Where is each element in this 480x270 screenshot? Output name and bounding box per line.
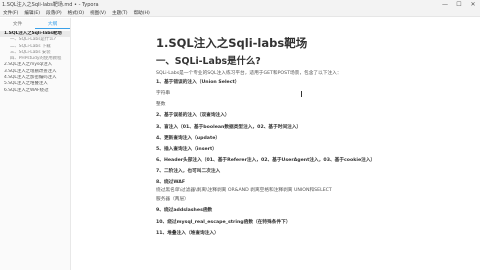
paragraph: 2、基于误差的注入（双查询注入） bbox=[156, 113, 230, 119]
editor-area[interactable]: 1.SQL注入之Sqli-labs靶场 一、SQLi-Labs是什么? SQLi… bbox=[72, 18, 480, 270]
minimize-button[interactable]: — bbox=[438, 0, 452, 9]
typora-window: 1.SQL注入之Sqli-labs靶场.md • - Typora — ☐ ✕ … bbox=[0, 0, 480, 270]
paragraph: 3、盲注入（01、基于boolean数据类型注入，02、基于时间注入） bbox=[156, 124, 302, 130]
tab-files[interactable]: 文件 bbox=[0, 18, 35, 29]
menu-help[interactable]: 帮助(H) bbox=[134, 10, 150, 16]
paragraph: 8、绕过WAF bbox=[156, 180, 186, 186]
paragraph: 7、二阶注入，也可叫二次注入 bbox=[156, 168, 221, 174]
menu-bar: 文件(F) 编辑(E) 段落(P) 格式(O) 视图(V) 主题(T) 帮助(H… bbox=[0, 9, 480, 17]
text-cursor bbox=[301, 91, 302, 97]
menu-paragraph[interactable]: 段落(P) bbox=[46, 10, 62, 16]
paragraph: 整数 bbox=[156, 102, 166, 108]
document: 1.SQL注入之Sqli-labs靶场 一、SQLi-Labs是什么? SQLi… bbox=[156, 34, 406, 239]
document-body: SQLi-Labs是一个专业的SQL注入练习平台，适用于GET和POST场景，包… bbox=[156, 71, 406, 239]
paragraph: 4、更新查询注入（update） bbox=[156, 135, 221, 141]
sidebar: 文件 大纲 1.SQL注入之Sqli-labs靶场 一、SQLi-Labs是什么?… bbox=[0, 18, 71, 270]
paragraph: 5、插入查询注入（insert） bbox=[156, 146, 217, 152]
title-bar: 1.SQL注入之Sqli-labs靶场.md • - Typora — ☐ ✕ bbox=[0, 0, 480, 9]
maximize-button[interactable]: ☐ bbox=[452, 0, 466, 9]
paragraph: 服务器（两层） bbox=[156, 197, 189, 203]
paragraph: 字符串 bbox=[156, 91, 171, 97]
paragraph: 10、绕过mysql_real_escape_string函数（在特殊条件下） bbox=[156, 219, 291, 225]
paragraph: 1、基于错误的注入（Union Select） bbox=[156, 80, 240, 86]
window-title: 1.SQL注入之Sqli-labs靶场.md • - Typora bbox=[2, 2, 99, 8]
paragraph: 11、堆叠注入（堆查询注入） bbox=[156, 230, 219, 236]
document-title: 1.SQL注入之Sqli-labs靶场 bbox=[156, 36, 308, 50]
menu-edit[interactable]: 编辑(E) bbox=[24, 10, 40, 16]
menu-format[interactable]: 格式(O) bbox=[68, 10, 84, 16]
menu-view[interactable]: 视图(V) bbox=[90, 10, 106, 16]
tab-outline[interactable]: 大纲 bbox=[35, 18, 70, 29]
outline-item[interactable]: 6.SQL注入之WAF绕过 bbox=[0, 88, 70, 94]
sidebar-tabs: 文件 大纲 bbox=[0, 18, 70, 29]
section-heading: 一、SQLi-Labs是什么? bbox=[156, 56, 261, 67]
screen-frame: 1.SQL注入之Sqli-labs靶场.md • - Typora — ☐ ✕ … bbox=[0, 0, 480, 270]
outline-list: 1.SQL注入之Sqli-labs靶场 一、SQLi-Labs是什么? 二、SQLi… bbox=[0, 29, 70, 94]
paragraph: 9、绕过addslashes函数 bbox=[156, 208, 213, 214]
menu-theme[interactable]: 主题(T) bbox=[112, 10, 128, 16]
close-button[interactable]: ✕ bbox=[466, 0, 480, 9]
menu-file[interactable]: 文件(F) bbox=[3, 10, 18, 16]
paragraph: 6、Header头部注入（01、基于Referer注入，02、基于UserAge… bbox=[156, 157, 376, 163]
